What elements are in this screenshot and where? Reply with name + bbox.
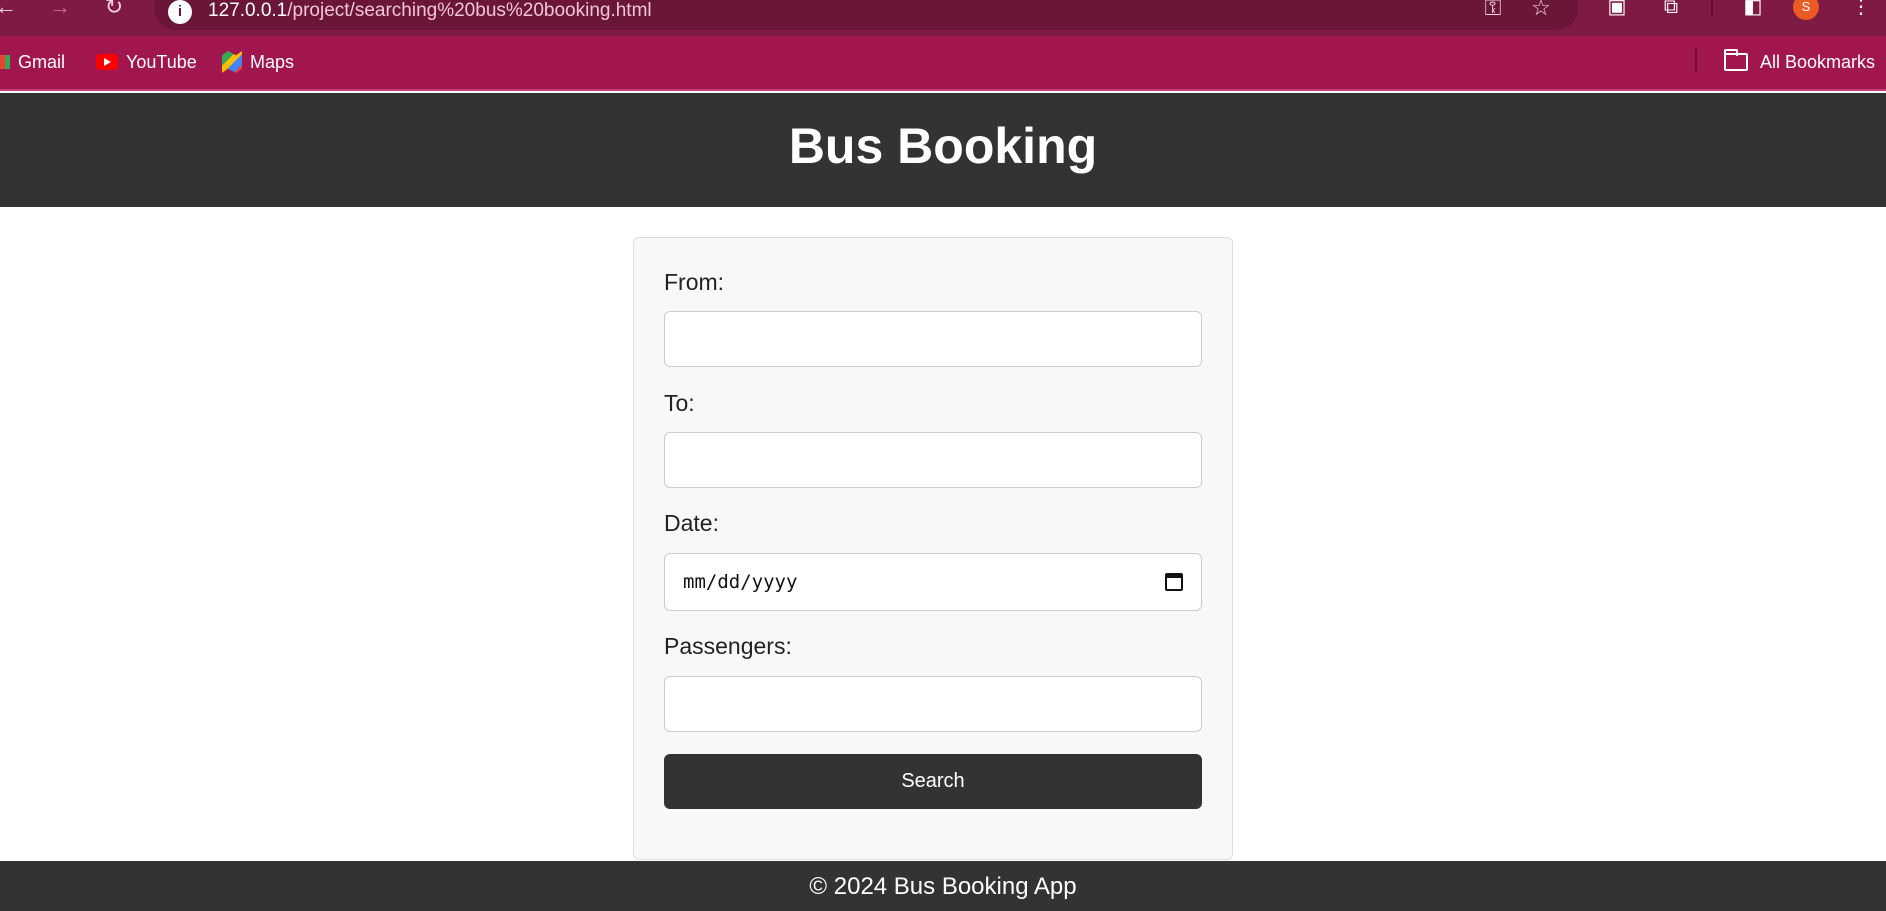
- search-button[interactable]: Search: [664, 754, 1202, 809]
- date-input[interactable]: mm/dd/yyyy: [664, 553, 1202, 611]
- date-placeholder: mm/dd/yyyy: [683, 571, 798, 593]
- from-label: From:: [664, 269, 725, 295]
- url-host: 127.0.0.1: [208, 0, 288, 21]
- bookmark-label: YouTube: [126, 51, 197, 72]
- url-path: /project/searching%20bus%20booking.html: [287, 0, 652, 21]
- bookmark-label: Gmail: [18, 51, 66, 72]
- app-header: Bus Booking: [0, 93, 1886, 207]
- back-icon[interactable]: ←: [0, 0, 18, 20]
- forward-icon[interactable]: →: [48, 0, 72, 20]
- maps-icon: [222, 51, 242, 73]
- folder-icon: [1724, 49, 1748, 71]
- passengers-label: Passengers:: [664, 633, 792, 659]
- calendar-icon[interactable]: [1165, 573, 1183, 591]
- all-bookmarks-button[interactable]: All Bookmarks: [1724, 49, 1875, 75]
- browser-toolbar: ← → ↻ i 127.0.0.1/project/searching%20bu…: [0, 0, 1886, 36]
- bookmark-label: Maps: [250, 51, 295, 72]
- bookmark-maps[interactable]: Maps: [222, 49, 294, 75]
- site-info-icon[interactable]: i: [168, 0, 192, 24]
- bookmark-star-icon[interactable]: ☆: [1528, 0, 1554, 20]
- to-input[interactable]: [664, 432, 1202, 488]
- footer-copyright: © 2024 Bus Booking App: [809, 873, 1077, 900]
- booking-form: From: To: Date: mm/dd/yyyy Passengers: S…: [633, 237, 1233, 860]
- address-bar[interactable]: i 127.0.0.1/project/searching%20bus%20bo…: [154, 0, 1578, 30]
- page-title: Bus Booking: [788, 118, 1098, 174]
- menu-kebab-icon[interactable]: ⋮: [1848, 0, 1874, 20]
- profile-avatar[interactable]: S: [1793, 0, 1819, 20]
- gmail-icon: [0, 55, 10, 69]
- app-footer: © 2024 Bus Booking App: [0, 861, 1886, 911]
- reload-icon[interactable]: ↻: [102, 0, 126, 20]
- date-label: Date:: [664, 510, 719, 536]
- all-bookmarks-label: All Bookmarks: [1760, 51, 1876, 72]
- password-key-icon[interactable]: ⚿: [1480, 0, 1506, 20]
- passengers-input[interactable]: [664, 676, 1202, 732]
- toolbar-divider: [1711, 0, 1713, 16]
- from-input[interactable]: [664, 311, 1202, 367]
- extension-icon[interactable]: ▣: [1604, 0, 1630, 20]
- bookmarks-bar: Gmail YouTube Maps All Bookmarks: [0, 36, 1886, 91]
- bookmark-gmail[interactable]: Gmail: [0, 49, 65, 75]
- bookmarks-divider: [1695, 49, 1697, 73]
- bookmark-youtube[interactable]: YouTube: [96, 49, 197, 75]
- to-label: To:: [664, 390, 695, 416]
- side-panel-icon[interactable]: ◧: [1740, 0, 1766, 20]
- extensions-puzzle-icon[interactable]: ⧉: [1658, 0, 1684, 20]
- url-text[interactable]: 127.0.0.1/project/searching%20bus%20book…: [208, 0, 652, 24]
- youtube-icon: [96, 54, 118, 70]
